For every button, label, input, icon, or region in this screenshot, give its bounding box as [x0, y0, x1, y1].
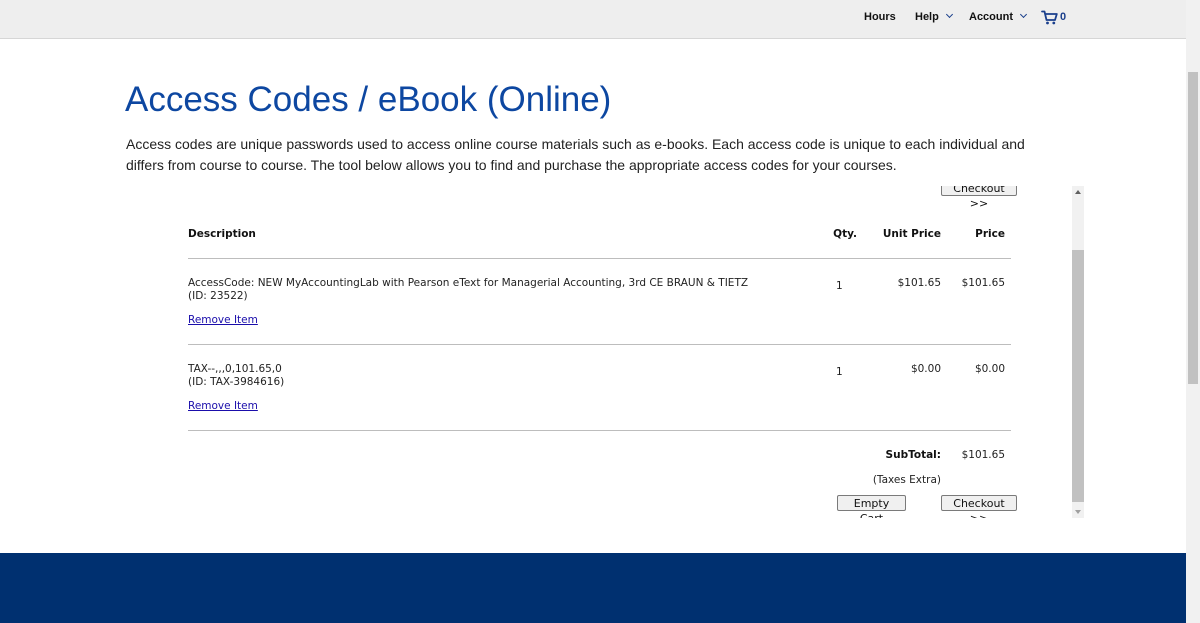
divider	[188, 344, 1011, 345]
nav-help-label: Help	[915, 11, 939, 23]
page-title: Access Codes / eBook (Online)	[125, 80, 612, 119]
item-name: AccessCode: NEW MyAccountingLab with Pea…	[188, 277, 749, 289]
subtotal-label: SubTotal:	[885, 449, 941, 461]
shopping-cart-icon	[1041, 10, 1058, 24]
nav-account-menu[interactable]: Account	[969, 10, 1028, 23]
item-unit-price: $0.00	[910, 363, 941, 375]
empty-cart-button[interactable]: Empty Cart	[837, 495, 906, 518]
nav-account-label: Account	[969, 11, 1013, 23]
page-scrollbar-thumb[interactable]	[1188, 72, 1198, 384]
item-name: TAX--,,,0,101.65,0	[188, 363, 282, 375]
cart-button[interactable]: 0	[1041, 8, 1066, 26]
site-footer	[0, 553, 1186, 623]
checkout-button-top[interactable]: Checkout >>	[941, 186, 1017, 210]
nav-hours-link[interactable]: Hours	[864, 11, 896, 23]
column-header-price: Price	[975, 228, 1005, 240]
taxes-note: (Taxes Extra)	[872, 474, 941, 486]
column-header-unit-price: Unit Price	[882, 228, 941, 240]
chevron-down-icon	[1019, 10, 1028, 19]
subtotal-value: $101.65	[961, 449, 1005, 461]
remove-item-link[interactable]: Remove Item	[188, 400, 258, 412]
cart-frame: Checkout >> Description Qty. Unit Price …	[126, 186, 1084, 518]
item-price: $101.65	[961, 277, 1005, 289]
item-qty: 1	[836, 366, 843, 378]
scroll-down-arrow-icon[interactable]	[1075, 510, 1081, 514]
intro-paragraph: Access codes are unique passwords used t…	[126, 136, 1025, 173]
column-header-description: Description	[188, 228, 256, 240]
item-id: (ID: 23522)	[188, 290, 248, 302]
top-navigation-bar: Hours Help Account 0	[0, 0, 1186, 39]
remove-item-link[interactable]: Remove Item	[188, 314, 258, 326]
cart-item-description: TAX--,,,0,101.65,0 (ID: TAX-3984616)	[188, 363, 284, 389]
cart-item-description: AccessCode: NEW MyAccountingLab with Pea…	[188, 277, 748, 303]
cart-count-badge: 0	[1060, 11, 1067, 23]
checkout-button[interactable]: Checkout >>	[941, 495, 1017, 518]
cart-frame-scrollbar[interactable]	[1072, 186, 1084, 518]
item-unit-price: $101.65	[897, 277, 941, 289]
divider	[188, 430, 1011, 431]
item-price: $0.00	[974, 363, 1005, 375]
page-scrollbar[interactable]	[1186, 0, 1200, 623]
divider	[188, 258, 1011, 259]
column-header-qty: Qty.	[833, 228, 857, 240]
item-id: (ID: TAX-3984616)	[188, 376, 285, 388]
cart-frame-scrollbar-thumb[interactable]	[1072, 250, 1084, 502]
nav-help-menu[interactable]: Help	[915, 10, 953, 23]
chevron-down-icon	[945, 10, 953, 19]
item-qty: 1	[836, 280, 843, 292]
scroll-up-arrow-icon[interactable]	[1075, 190, 1081, 194]
